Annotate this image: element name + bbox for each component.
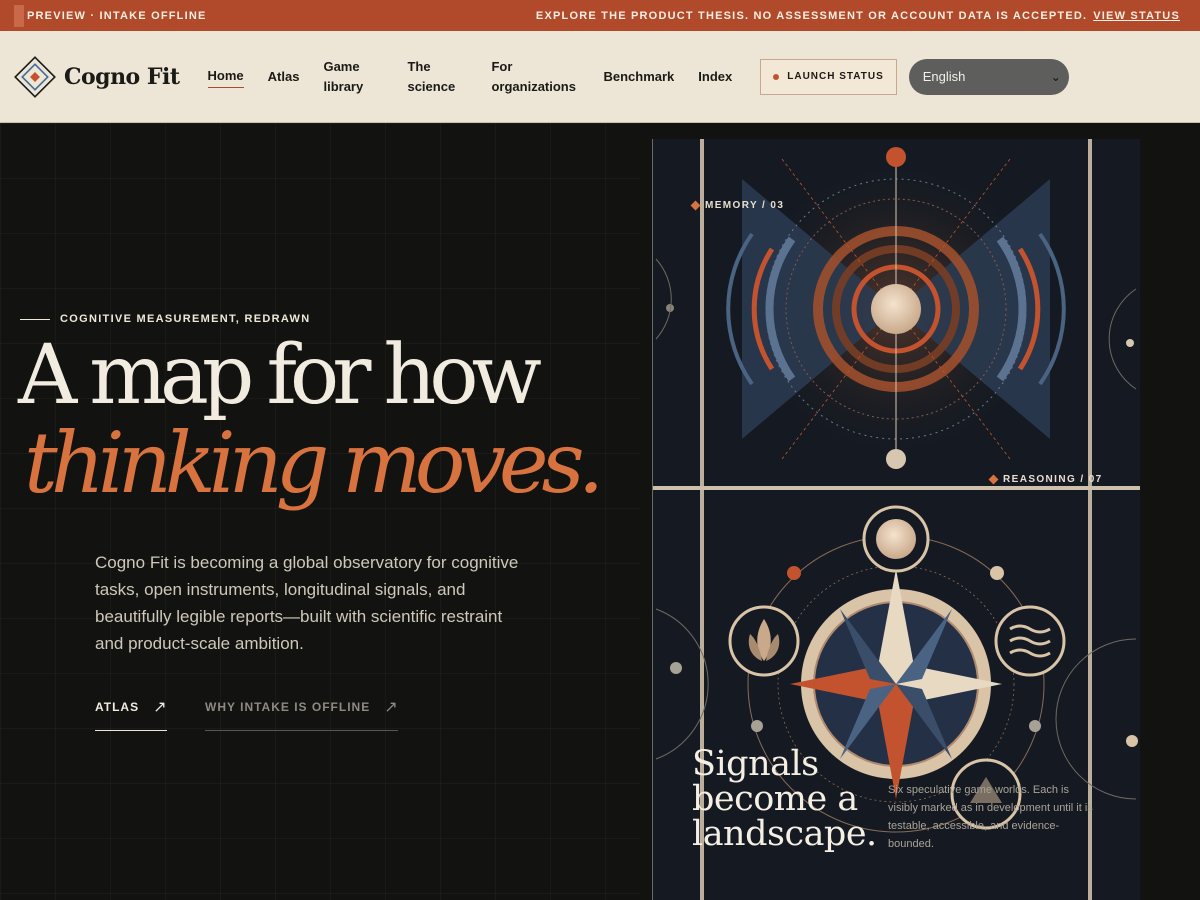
logo-diamond-icon (14, 55, 56, 98)
banner-left: PREVIEW · INTAKE OFFLINE (14, 4, 207, 27)
language-value: English (922, 69, 966, 84)
status-dot-icon (773, 73, 780, 80)
banner-marker (14, 4, 24, 27)
brand-logo[interactable]: Cogno Fit (14, 55, 180, 98)
nav-atlas[interactable]: Atlas (268, 67, 300, 87)
brand-name: Cogno Fit (64, 63, 180, 90)
reasoning-tag-label: REASONING / 07 (1003, 474, 1103, 485)
main-nav: Cogno Fit Home Atlas Game library The sc… (0, 31, 1200, 123)
intake-offline-label: WHY INTAKE IS OFFLINE (205, 699, 371, 714)
launch-status-button[interactable]: LAUNCH STATUS (760, 58, 897, 95)
atlas-cta-label: ATLAS (95, 699, 140, 714)
nav-index[interactable]: Index (698, 67, 732, 87)
eyebrow-text: COGNITIVE MEASUREMENT, REDRAWN (60, 313, 311, 325)
artwork-description: Six speculative game worlds. Each is vis… (888, 784, 1093, 850)
hero-section: COGNITIVE MEASUREMENT, REDRAWN A map for… (0, 123, 640, 900)
nav-home[interactable]: Home (207, 66, 244, 88)
hero-artwork: MEMORY / 03 REASONING / 07 Signals becom… (652, 139, 1140, 900)
headline-line-1: A map for how (18, 328, 542, 423)
nav-links: Home Atlas Game library The science For … (207, 57, 757, 97)
arrow-up-right-icon: ↗ (153, 697, 167, 716)
nav-the-science[interactable]: The science (407, 57, 467, 97)
hero-lead: Cogno Fit is becoming a global observato… (95, 553, 519, 653)
banner-right: EXPLORE THE PRODUCT THESIS. NO ASSESSMEN… (536, 10, 1180, 22)
banner-status-text: PREVIEW · INTAKE OFFLINE (27, 9, 207, 22)
artwork-title: Signals become a landscape. (692, 744, 877, 854)
preview-banner: PREVIEW · INTAKE OFFLINE EXPLORE THE PRO… (0, 0, 1200, 31)
chevron-down-icon: ⌄ (1050, 69, 1061, 84)
language-select[interactable]: English ⌄ (908, 58, 1069, 95)
eyebrow-rule (20, 318, 50, 320)
memory-tag: MEMORY / 03 (690, 200, 785, 211)
banner-notice: EXPLORE THE PRODUCT THESIS. NO ASSESSMEN… (535, 9, 1088, 22)
intake-offline-link[interactable]: WHY INTAKE IS OFFLINE ↗ (205, 697, 398, 731)
diamond-icon (690, 200, 701, 211)
launch-status-label: LAUNCH STATUS (787, 71, 884, 82)
memory-tag-label: MEMORY / 03 (705, 200, 785, 211)
arrow-up-right-icon: ↗ (384, 697, 398, 716)
atlas-cta-button[interactable]: ATLAS ↗ (95, 697, 167, 731)
nav-benchmark[interactable]: Benchmark (603, 67, 674, 87)
reasoning-tag: REASONING / 07 (988, 474, 1103, 485)
diamond-icon (988, 474, 999, 485)
view-status-link[interactable]: VIEW STATUS (1093, 10, 1180, 22)
headline-line-2: thinking moves. (24, 414, 604, 512)
nav-for-organizations[interactable]: For organizations (491, 57, 579, 97)
hero-eyebrow: COGNITIVE MEASUREMENT, REDRAWN (20, 313, 310, 325)
nav-game-library[interactable]: Game library (323, 57, 383, 97)
